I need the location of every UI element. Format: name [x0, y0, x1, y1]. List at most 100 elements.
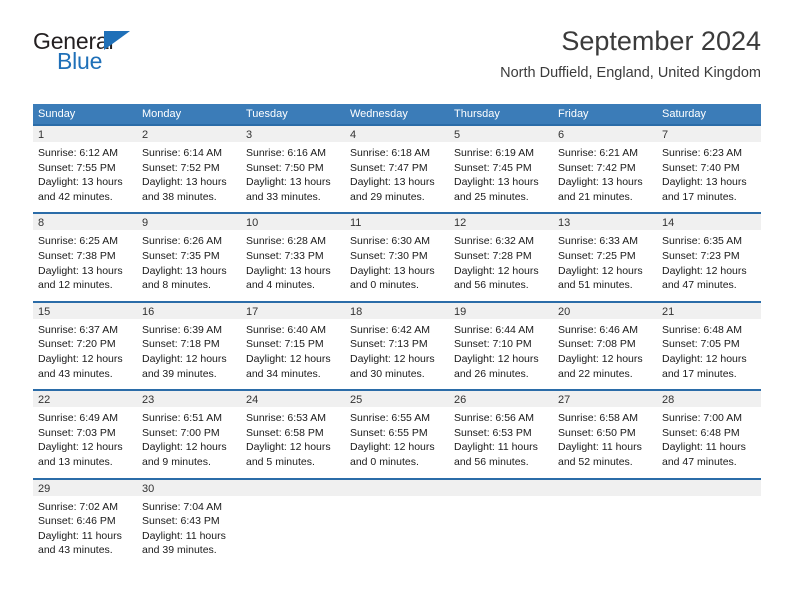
day-details: Sunrise: 6:28 AM Sunset: 7:33 PM Dayligh…	[241, 230, 345, 300]
day-cell[interactable]: 25 Sunrise: 6:55 AM Sunset: 6:55 PM Dayl…	[345, 391, 449, 478]
sunrise-text: Sunrise: 6:33 AM	[558, 235, 638, 248]
day-number	[345, 479, 449, 496]
sunrise-text: Sunrise: 6:12 AM	[38, 147, 118, 159]
day-details: Sunrise: 6:19 AM Sunset: 7:45 PM Dayligh…	[449, 142, 553, 212]
day-cell[interactable]: 9 Sunrise: 6:26 AM Sunset: 7:35 PM Dayli…	[137, 214, 241, 301]
daylight-text-line2: and 26 minutes.	[454, 367, 529, 380]
page-header: General Blue September 2024 North Duffie…	[33, 24, 761, 96]
day-number: 25	[345, 391, 449, 408]
sunset-text: Sunset: 7:23 PM	[662, 249, 740, 262]
sunset-text: Sunset: 7:47 PM	[350, 161, 428, 174]
daylight-text-line2: and 52 minutes.	[558, 455, 633, 468]
day-details	[553, 496, 657, 562]
day-cell[interactable]: 13 Sunrise: 6:33 AM Sunset: 7:25 PM Dayl…	[553, 214, 657, 301]
daylight-text-line1: Daylight: 12 hours	[558, 264, 643, 277]
day-cell[interactable]: 10 Sunrise: 6:28 AM Sunset: 7:33 PM Dayl…	[241, 214, 345, 301]
day-cell[interactable]: 8 Sunrise: 6:25 AM Sunset: 7:38 PM Dayli…	[33, 214, 137, 301]
day-number: 12	[449, 214, 553, 231]
daylight-text-line1: Daylight: 13 hours	[454, 176, 539, 189]
sunset-text: Sunset: 7:35 PM	[142, 249, 220, 262]
day-cell[interactable]: 30 Sunrise: 7:04 AM Sunset: 6:43 PM Dayl…	[137, 479, 241, 566]
sunrise-text: Sunrise: 7:00 AM	[662, 412, 742, 425]
daylight-text-line2: and 0 minutes.	[350, 279, 419, 292]
day-number: 13	[553, 214, 657, 231]
daylight-text-line2: and 25 minutes.	[454, 190, 529, 203]
day-cell[interactable]: 19 Sunrise: 6:44 AM Sunset: 7:10 PM Dayl…	[449, 302, 553, 390]
day-cell[interactable]: 24 Sunrise: 6:53 AM Sunset: 6:58 PM Dayl…	[241, 391, 345, 478]
day-cell[interactable]: 7 Sunrise: 6:23 AM Sunset: 7:40 PM Dayli…	[657, 126, 761, 213]
day-cell[interactable]: 1 Sunrise: 6:12 AM Sunset: 7:55 PM Dayli…	[33, 126, 137, 213]
day-details: Sunrise: 6:25 AM Sunset: 7:38 PM Dayligh…	[33, 230, 137, 300]
day-details: Sunrise: 6:42 AM Sunset: 7:13 PM Dayligh…	[345, 319, 449, 389]
day-cell[interactable]: 14 Sunrise: 6:35 AM Sunset: 7:23 PM Dayl…	[657, 214, 761, 301]
day-cell[interactable]: 17 Sunrise: 6:40 AM Sunset: 7:15 PM Dayl…	[241, 302, 345, 390]
day-cell[interactable]: 5 Sunrise: 6:19 AM Sunset: 7:45 PM Dayli…	[449, 126, 553, 213]
daylight-text-line1: Daylight: 13 hours	[350, 176, 435, 189]
day-cell[interactable]: 4 Sunrise: 6:18 AM Sunset: 7:47 PM Dayli…	[345, 126, 449, 213]
daylight-text-line2: and 21 minutes.	[558, 190, 633, 203]
day-details: Sunrise: 6:49 AM Sunset: 7:03 PM Dayligh…	[33, 407, 137, 477]
daylight-text-line1: Daylight: 12 hours	[142, 352, 227, 365]
day-number: 29	[33, 479, 137, 496]
day-cell[interactable]: 6 Sunrise: 6:21 AM Sunset: 7:42 PM Dayli…	[553, 126, 657, 213]
daylight-text-line2: and 5 minutes.	[246, 455, 315, 468]
sunrise-text: Sunrise: 6:30 AM	[350, 235, 430, 248]
day-cell[interactable]: 11 Sunrise: 6:30 AM Sunset: 7:30 PM Dayl…	[345, 214, 449, 301]
weekday-header-friday: Friday	[558, 108, 589, 120]
daylight-text-line1: Daylight: 12 hours	[38, 441, 123, 454]
daylight-text-line2: and 13 minutes.	[38, 455, 113, 468]
day-details: Sunrise: 6:51 AM Sunset: 7:00 PM Dayligh…	[137, 407, 241, 477]
day-cell[interactable]: 21 Sunrise: 6:48 AM Sunset: 7:05 PM Dayl…	[657, 302, 761, 390]
sunrise-text: Sunrise: 6:16 AM	[246, 147, 326, 159]
sunset-text: Sunset: 6:58 PM	[246, 426, 324, 439]
day-number: 28	[657, 391, 761, 408]
weekday-header-row: Sunday Monday Tuesday Wednesday Thursday…	[33, 104, 761, 124]
day-number: 11	[345, 214, 449, 231]
day-number: 26	[449, 391, 553, 408]
sunset-text: Sunset: 7:28 PM	[454, 249, 532, 262]
day-cell[interactable]: 16 Sunrise: 6:39 AM Sunset: 7:18 PM Dayl…	[137, 302, 241, 390]
day-number	[241, 479, 345, 496]
day-cell-empty	[345, 479, 449, 566]
sunrise-text: Sunrise: 6:19 AM	[454, 147, 534, 159]
day-cell[interactable]: 15 Sunrise: 6:37 AM Sunset: 7:20 PM Dayl…	[33, 302, 137, 390]
day-details: Sunrise: 6:16 AM Sunset: 7:50 PM Dayligh…	[241, 142, 345, 212]
day-cell[interactable]: 3 Sunrise: 6:16 AM Sunset: 7:50 PM Dayli…	[241, 126, 345, 213]
day-number: 15	[33, 302, 137, 319]
day-number: 5	[449, 126, 553, 142]
day-cell[interactable]: 28 Sunrise: 7:00 AM Sunset: 6:48 PM Dayl…	[657, 391, 761, 478]
daylight-text-line2: and 56 minutes.	[454, 279, 529, 292]
sunset-text: Sunset: 7:18 PM	[142, 338, 220, 351]
sunset-text: Sunset: 7:10 PM	[454, 338, 532, 351]
daylight-text-line1: Daylight: 13 hours	[142, 176, 227, 189]
day-cell[interactable]: 26 Sunrise: 6:56 AM Sunset: 6:53 PM Dayl…	[449, 391, 553, 478]
day-cell[interactable]: 29 Sunrise: 7:02 AM Sunset: 6:46 PM Dayl…	[33, 479, 137, 566]
sunset-text: Sunset: 7:45 PM	[454, 161, 532, 174]
sunset-text: Sunset: 6:53 PM	[454, 426, 532, 439]
day-number: 4	[345, 126, 449, 142]
day-cell[interactable]: 22 Sunrise: 6:49 AM Sunset: 7:03 PM Dayl…	[33, 391, 137, 478]
daylight-text-line1: Daylight: 12 hours	[454, 352, 539, 365]
sunset-text: Sunset: 7:00 PM	[142, 426, 220, 439]
sunset-text: Sunset: 7:05 PM	[662, 338, 740, 351]
day-number: 10	[241, 214, 345, 231]
day-cell[interactable]: 27 Sunrise: 6:58 AM Sunset: 6:50 PM Dayl…	[553, 391, 657, 478]
day-details: Sunrise: 6:37 AM Sunset: 7:20 PM Dayligh…	[33, 319, 137, 389]
sunrise-text: Sunrise: 6:35 AM	[662, 235, 742, 248]
day-details: Sunrise: 6:53 AM Sunset: 6:58 PM Dayligh…	[241, 407, 345, 477]
sunset-text: Sunset: 7:50 PM	[246, 161, 324, 174]
day-cell[interactable]: 12 Sunrise: 6:32 AM Sunset: 7:28 PM Dayl…	[449, 214, 553, 301]
day-cell[interactable]: 18 Sunrise: 6:42 AM Sunset: 7:13 PM Dayl…	[345, 302, 449, 390]
day-cell[interactable]: 23 Sunrise: 6:51 AM Sunset: 7:00 PM Dayl…	[137, 391, 241, 478]
daylight-text-line1: Daylight: 11 hours	[142, 529, 226, 542]
daylight-text-line1: Daylight: 13 hours	[350, 264, 435, 277]
day-cell[interactable]: 2 Sunrise: 6:14 AM Sunset: 7:52 PM Dayli…	[137, 126, 241, 213]
calendar-page: General Blue September 2024 North Duffie…	[0, 0, 792, 612]
daylight-text-line2: and 33 minutes.	[246, 190, 321, 203]
day-cell[interactable]: 20 Sunrise: 6:46 AM Sunset: 7:08 PM Dayl…	[553, 302, 657, 390]
day-details: Sunrise: 6:48 AM Sunset: 7:05 PM Dayligh…	[657, 319, 761, 389]
sunrise-text: Sunrise: 6:49 AM	[38, 412, 118, 425]
logo-triangle-icon	[104, 31, 130, 50]
sunrise-text: Sunrise: 6:32 AM	[454, 235, 534, 248]
daylight-text-line1: Daylight: 13 hours	[558, 176, 643, 189]
